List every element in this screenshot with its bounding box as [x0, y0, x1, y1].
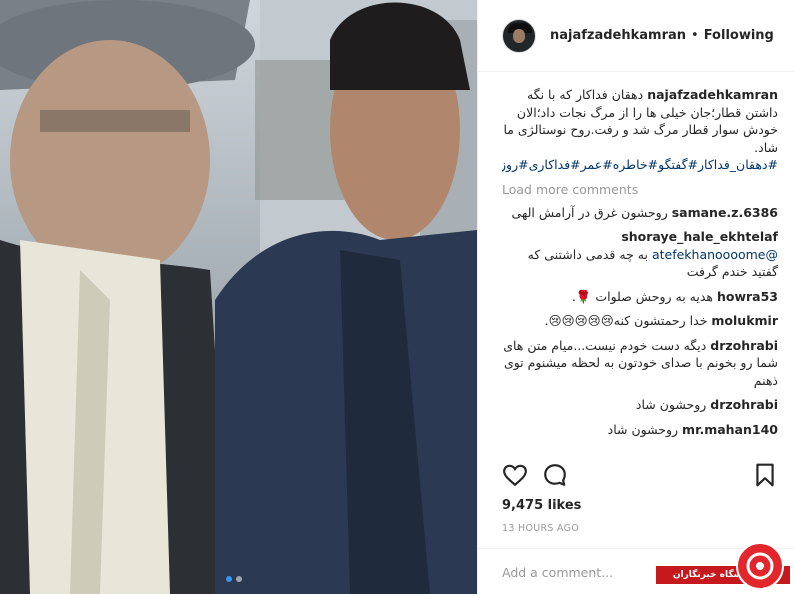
- comment-username[interactable]: shoraye_hale_ekhtelaf: [621, 229, 778, 244]
- comment-item: shoraye_hale_ekhtelaf @atefekhanoooome ب…: [502, 228, 778, 281]
- header-username[interactable]: najafzadehkamran: [550, 28, 686, 43]
- comment-username[interactable]: samane.z.6386: [672, 205, 778, 220]
- comment-username[interactable]: drzohrabi: [710, 338, 778, 353]
- post-side-panel: najafzadehkamran • Following najafzadehk…: [477, 0, 794, 594]
- avatar[interactable]: [502, 18, 536, 53]
- comment-text: روحشون شاد: [607, 421, 679, 437]
- carousel-indicator: [226, 576, 242, 582]
- bookmark-icon[interactable]: [752, 462, 778, 488]
- watermark-logo: باشگاه خبرنگاران: [656, 538, 790, 590]
- comment-text: روحشون غرق در آرامش الهی: [511, 204, 668, 220]
- comments-section: najafzadehkamran دهقان فداکار که با نگه …: [502, 86, 778, 448]
- comment-text: هدیه به روحش صلوات 🌹.: [571, 288, 713, 304]
- comment-item: molukmir خدا رحمتشون کنه😢😢😢😢😢.: [502, 312, 778, 330]
- photo-illustration: [0, 0, 477, 594]
- caption-username[interactable]: najafzadehkamran: [647, 87, 778, 102]
- comment-mention[interactable]: @atefekhanoooome: [652, 247, 778, 262]
- carousel-dot-2[interactable]: [236, 576, 242, 582]
- caption-hashtags[interactable]: #دهقان_فداکار#گفتگو#خاطره#عمر#فداکاری#رو…: [502, 157, 778, 172]
- post-caption: najafzadehkamran دهقان فداکار که با نگه …: [502, 86, 778, 174]
- post-header: najafzadehkamran • Following: [478, 0, 794, 72]
- comment-username[interactable]: drzohrabi: [710, 397, 778, 412]
- comment-text: خدا رحمتشون کنه😢😢😢😢😢.: [544, 313, 708, 328]
- comment-item: samane.z.6386 روحشون غرق در آرامش الهی: [502, 204, 778, 222]
- post-photo[interactable]: [0, 0, 477, 594]
- comment-text: روحشون شاد: [635, 397, 707, 412]
- post-timestamp: 13 HOURS AGO: [502, 523, 580, 534]
- post-actions: [502, 462, 778, 490]
- like-count[interactable]: 9,475 likes: [502, 498, 581, 513]
- carousel-dot-1[interactable]: [226, 576, 232, 582]
- comment-icon[interactable]: [542, 462, 568, 488]
- comment-item: howra53 هدیه به روحش صلوات 🌹.: [502, 288, 778, 306]
- follow-button[interactable]: Following: [704, 28, 774, 43]
- heart-icon[interactable]: [502, 462, 528, 488]
- comment-username[interactable]: howra53: [717, 289, 778, 304]
- watermark-circle-icon: [736, 542, 784, 590]
- comment-username[interactable]: molukmir: [711, 313, 778, 328]
- comment-username[interactable]: mr.mahan140: [682, 422, 778, 437]
- comment-item: drzohrabi روحشون شاد: [502, 396, 778, 414]
- load-more-comments-button[interactable]: Load more comments: [502, 182, 778, 197]
- header-separator: •: [691, 28, 699, 43]
- comment-item: drzohrabi دیگه دست خودم نیست...میام متن …: [502, 337, 778, 390]
- comment-item: mr.mahan140 روحشون شاد: [502, 421, 778, 439]
